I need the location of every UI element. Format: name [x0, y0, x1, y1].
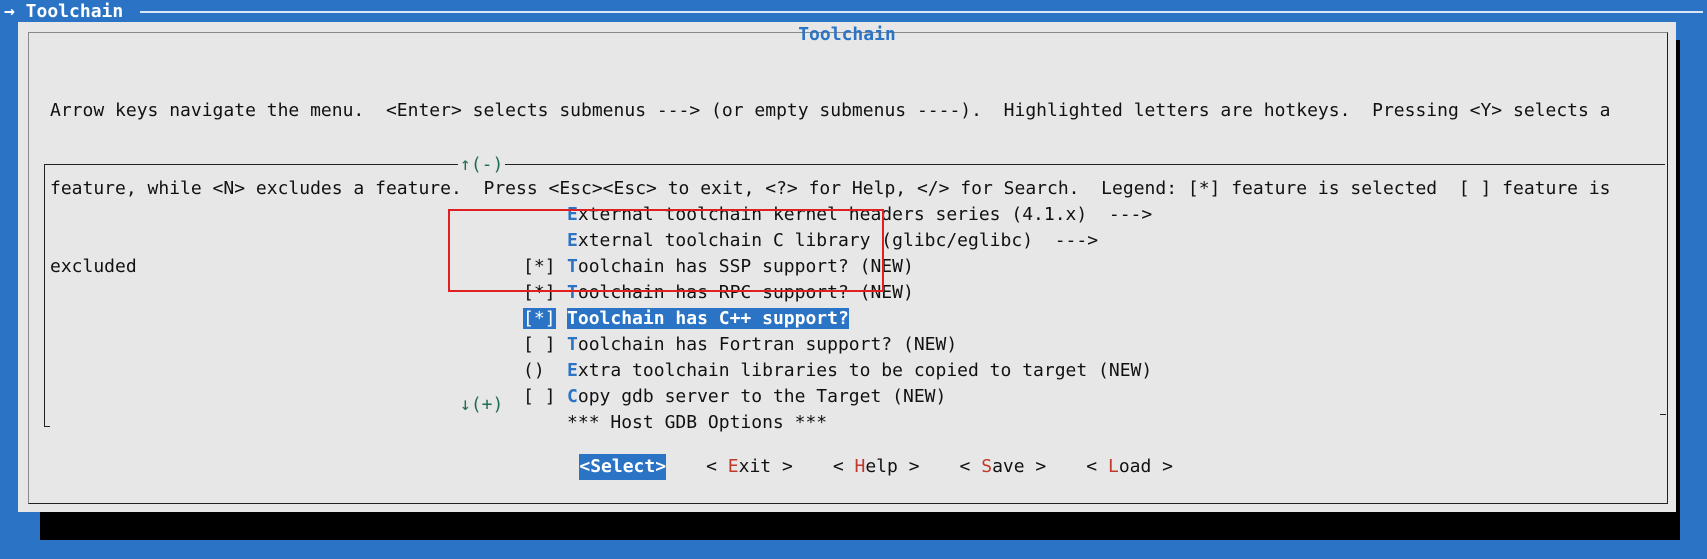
hotkey-letter: E: [567, 360, 578, 381]
select-button[interactable]: <Select>: [579, 454, 667, 480]
menu-item-checkbox[interactable]: [*]: [523, 306, 567, 332]
menu-item-checkbox[interactable]: [*]: [523, 280, 567, 306]
toolchain-dialog: Toolchain Arrow keys navigate the menu. …: [18, 22, 1676, 512]
menu-item-text: xternal toolchain kernel headers series …: [577, 204, 1153, 225]
menu-item-text: oolchain has RPC support? (NEW): [577, 282, 914, 303]
button-row: <Select> < Exit > < Help > < Save > < Load >: [536, 428, 1213, 506]
dialog-title: Toolchain: [798, 24, 896, 45]
button-label: ave: [992, 456, 1025, 477]
button-bracket: <: [959, 456, 982, 477]
button-bracket: >: [1024, 456, 1047, 477]
button-bracket: >: [897, 456, 920, 477]
load-button[interactable]: < Load >: [1086, 454, 1173, 480]
button-label: elect: [601, 456, 656, 477]
menu-box-corner: [44, 416, 50, 427]
hotkey-letter: T: [567, 256, 578, 277]
menu-item-label: Extra toolchain libraries to be copied t…: [567, 360, 1152, 381]
exit-button[interactable]: < Exit >: [706, 454, 793, 480]
menu-item-text: oolchain has SSP support? (NEW): [577, 256, 914, 277]
menu-item-text: oolchain has Fortran support? (NEW): [577, 334, 958, 355]
hotkey-letter: T: [567, 282, 578, 303]
hotkey-letter: T: [567, 308, 578, 329]
menu-item-checkbox[interactable]: [ ]: [523, 384, 567, 410]
hotkey-letter: E: [567, 230, 578, 251]
button-label: xit: [738, 456, 772, 477]
button-bracket: >: [655, 456, 667, 477]
save-button[interactable]: < Save >: [960, 454, 1047, 480]
scroll-up-indicator[interactable]: ↑(-): [458, 152, 506, 178]
menu-item-label: External toolchain kernel headers series…: [567, 204, 1152, 225]
menu-item-label: Toolchain has RPC support? (NEW): [567, 282, 914, 303]
menu-item-string-field[interactable]: (): [523, 358, 567, 384]
menu-item-label: Toolchain has SSP support? (NEW): [567, 256, 914, 277]
hotkey-letter: C: [567, 386, 578, 407]
button-hotkey: L: [1107, 456, 1119, 477]
button-bracket: <: [1086, 456, 1108, 477]
menu-item-kernel-headers[interactable]: External toolchain kernel headers series…: [458, 176, 1152, 225]
help-button[interactable]: < Help >: [833, 454, 920, 480]
menu-item-label: Toolchain has Fortran support? (NEW): [567, 334, 957, 355]
button-hotkey: S: [590, 456, 602, 477]
button-bracket: <: [579, 456, 591, 477]
button-hotkey: E: [727, 456, 739, 477]
button-label: elp: [865, 456, 898, 477]
menu-item-text: xtra toolchain libraries to be copied to…: [577, 360, 1153, 381]
button-hotkey: H: [854, 456, 866, 477]
button-label: oad: [1118, 456, 1152, 477]
button-bracket: >: [1151, 456, 1174, 477]
menu-item-checkbox-text: [*]: [523, 308, 556, 329]
menu-item-text: xternal toolchain C library (glibc/eglib…: [577, 230, 1099, 251]
menu-item-label: External toolchain C library (glibc/egli…: [567, 230, 1098, 251]
menu-item-label: Toolchain has C++ support?: [567, 308, 849, 329]
menu-list: External toolchain kernel headers series…: [458, 176, 1152, 433]
button-bracket: <: [706, 456, 728, 477]
menu-item-text: opy gdb server to the Target (NEW): [577, 386, 947, 407]
button-hotkey: S: [981, 456, 993, 477]
title-rule: [140, 11, 1703, 13]
scroll-down-indicator[interactable]: ↓(+): [458, 392, 506, 418]
button-bracket: >: [771, 456, 793, 477]
menu-box-right-tick: [1660, 414, 1666, 415]
hotkey-letter: T: [567, 334, 578, 355]
hotkey-letter: E: [567, 204, 578, 225]
menu-item-text: oolchain has C++ support?: [577, 308, 849, 329]
menu-item-checkbox[interactable]: [ ]: [523, 332, 567, 358]
menu-item-label: Copy gdb server to the Target (NEW): [567, 386, 946, 407]
button-bracket: <: [832, 456, 855, 477]
menu-item-checkbox[interactable]: [*]: [523, 254, 567, 280]
help-line: Arrow keys navigate the menu. <Enter> se…: [50, 100, 1611, 121]
